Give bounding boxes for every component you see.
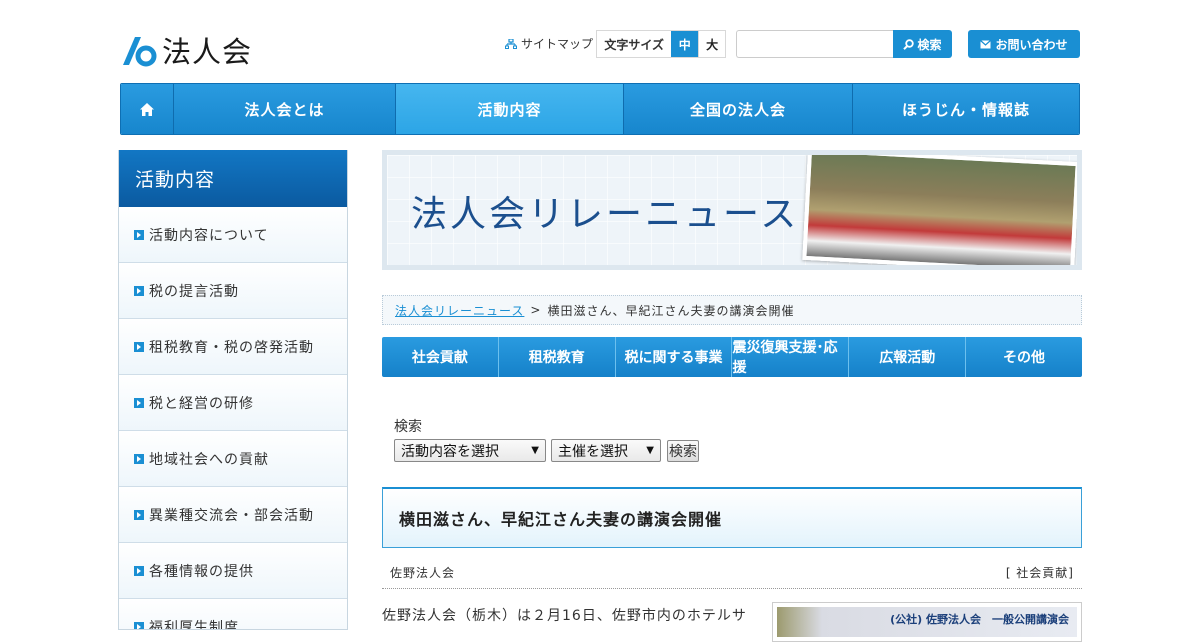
home-icon bbox=[140, 102, 154, 116]
article-photo: (公社) 佐野法人会 一般公開講演会 bbox=[772, 602, 1082, 642]
filter-search-label: 検索 bbox=[394, 419, 422, 435]
breadcrumb: 法人会リレーニュース > 横田滋さん、早紀江さん夫妻の講演会開催 bbox=[382, 295, 1082, 325]
article-category[interactable]: [ 社会貢献] bbox=[1006, 564, 1074, 581]
breadcrumb-current: 横田滋さん、早紀江さん夫妻の講演会開催 bbox=[547, 303, 795, 318]
category-tab[interactable]: 税に関する事業 bbox=[614, 337, 732, 377]
category-nav: 社会貢献 租税教育 税に関する事業 震災復興支援･応援 広報活動 その他 bbox=[382, 337, 1082, 377]
nav-activities[interactable]: 活動内容 bbox=[395, 84, 623, 134]
filter-search-button[interactable]: 検索 bbox=[667, 440, 699, 462]
article-organizer: 佐野法人会 bbox=[390, 565, 456, 580]
relay-news-banner: 法人会リレーニュース bbox=[382, 150, 1082, 270]
sidebar-item-label: 租税教育・税の啓発活動 bbox=[149, 339, 314, 356]
sitemap-icon bbox=[505, 38, 517, 49]
nav-home[interactable] bbox=[121, 84, 173, 134]
arrow-bullet-icon bbox=[134, 565, 144, 576]
font-size-medium-button[interactable]: 中 bbox=[671, 31, 699, 57]
organizer-select[interactable]: 主催を選択 ▼ bbox=[551, 439, 661, 462]
font-size-switcher: 文字サイズ 中 大 bbox=[596, 30, 726, 58]
sidebar: 活動内容 活動内容について 税の提言活動 租税教育・税の啓発活動 税と経営の研修… bbox=[118, 150, 348, 630]
sidebar-item[interactable]: 地域社会への貢献 bbox=[119, 431, 347, 487]
site-search-input[interactable] bbox=[736, 30, 894, 58]
sidebar-item[interactable]: 税の提言活動 bbox=[119, 263, 347, 319]
arrow-bullet-icon bbox=[134, 397, 144, 408]
logo-mark-icon bbox=[123, 37, 157, 67]
nav-magazine[interactable]: ほうじん・情報誌 bbox=[852, 84, 1079, 134]
organizer-select-value: 主催を選択 bbox=[558, 443, 628, 460]
activity-select[interactable]: 活動内容を選択 ▼ bbox=[394, 439, 546, 462]
arrow-bullet-icon bbox=[134, 341, 144, 352]
category-tab[interactable]: 震災復興支援･応援 bbox=[731, 337, 848, 377]
category-tab[interactable]: 社会貢献 bbox=[382, 337, 498, 377]
breadcrumb-separator: > bbox=[530, 303, 542, 317]
dropdown-arrow-icon: ▼ bbox=[531, 445, 539, 456]
breadcrumb-link[interactable]: 法人会リレーニュース bbox=[395, 302, 524, 319]
sidebar-item-label: 異業種交流会・部会活動 bbox=[149, 507, 314, 524]
sidebar-item-label: 各種情報の提供 bbox=[149, 563, 254, 580]
sidebar-item[interactable]: 異業種交流会・部会活動 bbox=[119, 487, 347, 543]
sidebar-title: 活動内容 bbox=[119, 150, 347, 207]
sidebar-item-label: 地域社会への貢献 bbox=[149, 451, 269, 468]
sidebar-item[interactable]: 福利厚生制度 bbox=[119, 599, 347, 630]
font-size-large-button[interactable]: 大 bbox=[698, 31, 725, 57]
sidebar-item[interactable]: 税と経営の研修 bbox=[119, 375, 347, 431]
article-title: 横田滋さん、早紀江さん夫妻の講演会開催 bbox=[382, 487, 1082, 548]
arrow-bullet-icon bbox=[134, 621, 144, 629]
sidebar-item-label: 税と経営の研修 bbox=[149, 395, 254, 412]
search-icon bbox=[903, 38, 915, 50]
arrow-bullet-icon bbox=[134, 285, 144, 296]
sitemap-label: サイトマップ bbox=[521, 37, 594, 51]
font-size-label: 文字サイズ bbox=[604, 37, 665, 52]
category-tab[interactable]: その他 bbox=[965, 337, 1082, 377]
arrow-bullet-icon bbox=[134, 229, 144, 240]
nav-nationwide[interactable]: 全国の法人会 bbox=[623, 84, 852, 134]
site-logo[interactable]: 法人会 bbox=[121, 32, 253, 69]
photo-caption: (公社) 佐野法人会 一般公開講演会 bbox=[890, 613, 1069, 626]
sidebar-item-label: 活動内容について bbox=[149, 227, 269, 244]
banner-title: 法人会リレーニュース bbox=[411, 194, 800, 235]
mail-icon bbox=[980, 39, 992, 48]
dropdown-arrow-icon: ▼ bbox=[646, 445, 654, 456]
banner-group-photo bbox=[802, 155, 1077, 265]
category-tab[interactable]: 広報活動 bbox=[848, 337, 965, 377]
article-body: 佐野法人会（栃木）は２月16日、佐野市内のホテルサ bbox=[382, 608, 747, 624]
logo-text: 法人会 bbox=[162, 35, 253, 69]
sidebar-item[interactable]: 活動内容について bbox=[119, 207, 347, 263]
sidebar-item-label: 税の提言活動 bbox=[149, 283, 239, 300]
global-nav: 法人会とは 活動内容 全国の法人会 ほうじん・情報誌 bbox=[120, 83, 1080, 135]
article-meta: 佐野法人会 [ 社会貢献] bbox=[382, 556, 1082, 589]
arrow-bullet-icon bbox=[134, 453, 144, 464]
sidebar-item[interactable]: 各種情報の提供 bbox=[119, 543, 347, 599]
sidebar-item[interactable]: 租税教育・税の啓発活動 bbox=[119, 319, 347, 375]
sidebar-item-label: 福利厚生制度 bbox=[149, 619, 239, 630]
arrow-bullet-icon bbox=[134, 509, 144, 520]
search-button-label: 検索 bbox=[917, 37, 942, 52]
category-tab[interactable]: 租税教育 bbox=[497, 337, 615, 377]
activity-select-value: 活動内容を選択 bbox=[401, 443, 499, 460]
contact-button[interactable]: お問い合わせ bbox=[968, 30, 1080, 58]
site-search-button[interactable]: 検索 bbox=[893, 30, 952, 58]
sitemap-link[interactable]: サイトマップ bbox=[505, 35, 593, 52]
nav-about[interactable]: 法人会とは bbox=[173, 84, 395, 134]
contact-button-label: お問い合わせ bbox=[995, 37, 1068, 52]
